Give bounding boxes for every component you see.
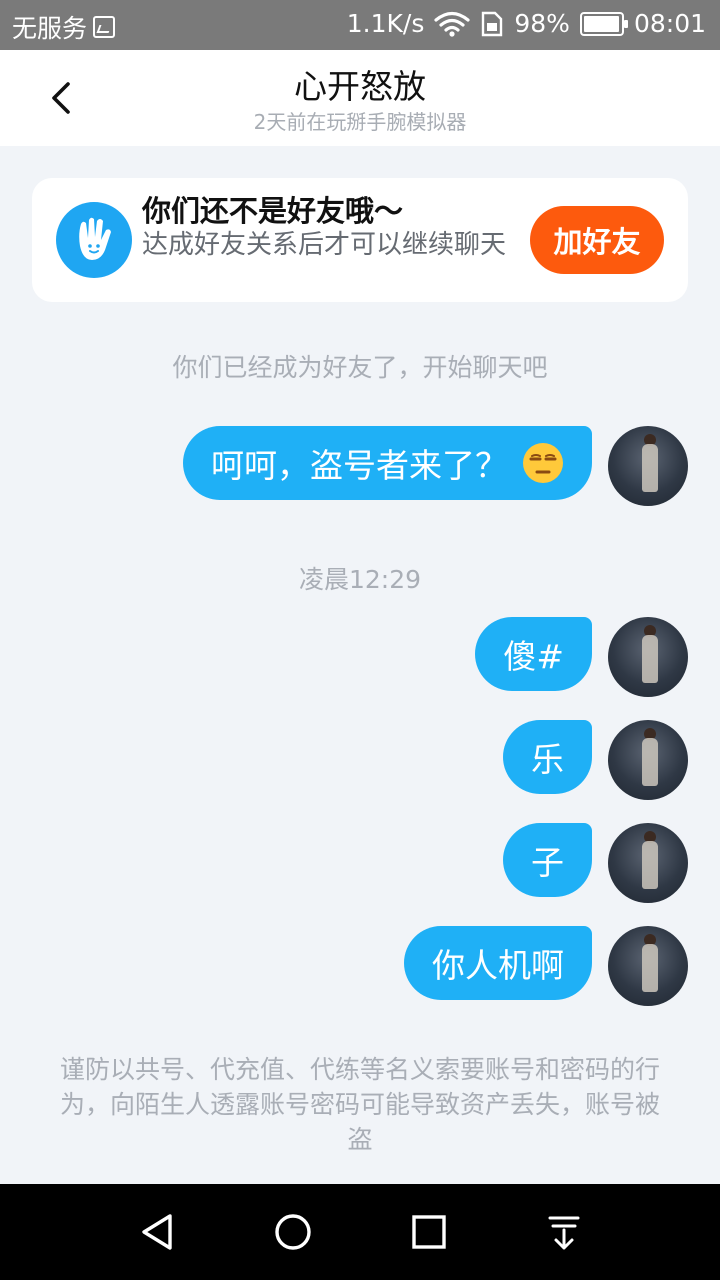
avatar[interactable] xyxy=(608,926,688,1006)
home-circle-icon[interactable] xyxy=(269,1208,317,1256)
page-subtitle: 2天前在玩掰手腕模拟器 xyxy=(253,110,467,134)
hand-wave-icon xyxy=(56,202,132,278)
message-text: 子 xyxy=(531,843,564,882)
card-description: 达成好友关系后才可以继续聊天 xyxy=(142,230,507,260)
message-bubble[interactable]: 呵呵，盗号者来了？ xyxy=(183,426,592,500)
chat-header: 心开怒放 2天前在玩掰手腕模拟器 xyxy=(0,50,720,146)
battery-percent: 98% xyxy=(514,9,570,38)
image-notification-icon xyxy=(93,16,116,38)
battery-icon xyxy=(579,11,628,36)
add-friend-button[interactable]: 加好友 xyxy=(530,206,664,274)
message-bubble[interactable]: 你人机啊 xyxy=(404,926,592,1000)
message-row: 子 xyxy=(388,823,688,903)
message-text: 呵呵，盗号者来了？ xyxy=(211,446,508,485)
navigation-bar xyxy=(0,1184,720,1280)
message-row: 你人机啊 xyxy=(288,926,688,1006)
security-warning: 谨防以共号、代充值、代练等名义索要账号和密码的行为，向陌生人透露账号密码可能导致… xyxy=(60,1055,661,1154)
message-timestamp: 凌晨12:29 xyxy=(298,565,422,594)
page-title: 心开怒放 xyxy=(294,67,426,106)
avatar[interactable] xyxy=(608,823,688,903)
message-bubble[interactable]: 傻# xyxy=(475,617,592,691)
message-row: 傻# xyxy=(388,617,688,697)
card-title: 你们还不是好友哦～ xyxy=(142,194,404,228)
recents-square-icon[interactable] xyxy=(405,1208,453,1256)
status-bar: 无服务 1.1K/s 98% 08:01 xyxy=(0,0,720,50)
not-friends-card: 你们还不是好友哦～ 达成好友关系后才可以继续聊天 加好友 xyxy=(32,178,688,302)
message-text: 你人机啊 xyxy=(432,946,564,985)
clock: 08:01 xyxy=(633,9,706,38)
message-text: 乐 xyxy=(531,740,564,779)
message-row: 呵呵，盗号者来了？ xyxy=(88,426,688,506)
notification-pulldown-icon[interactable] xyxy=(540,1208,588,1256)
avatar[interactable] xyxy=(608,617,688,697)
became-friends-notice: 你们已经成为好友了，开始聊天吧 xyxy=(172,353,548,382)
back-triangle-icon[interactable] xyxy=(134,1208,182,1256)
network-speed: 1.1K/s xyxy=(346,9,425,38)
message-bubble[interactable]: 子 xyxy=(503,823,592,897)
avatar[interactable] xyxy=(608,426,688,506)
avatar[interactable] xyxy=(608,720,688,800)
sim-card-icon xyxy=(482,11,503,36)
wifi-icon xyxy=(434,11,470,37)
message-bubble[interactable]: 乐 xyxy=(503,720,592,794)
carrier-text: 无服务 xyxy=(12,14,88,43)
unamused-face-icon xyxy=(523,443,563,483)
battery-fill xyxy=(583,15,620,32)
message-text: 傻# xyxy=(503,637,564,676)
message-row: 乐 xyxy=(388,720,688,800)
